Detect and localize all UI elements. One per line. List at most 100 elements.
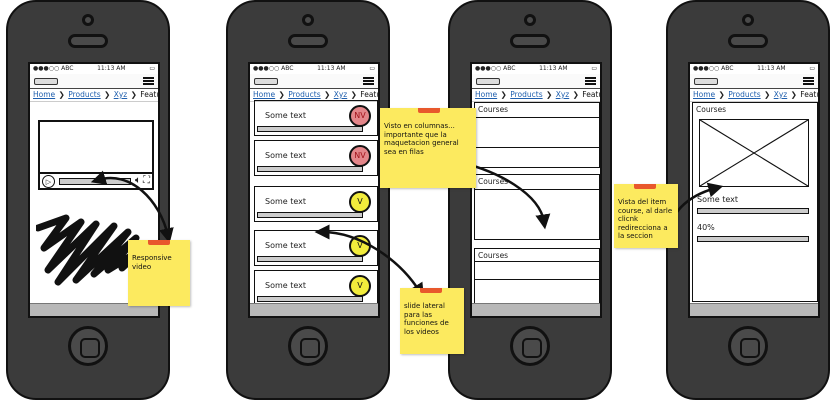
- breadcrumb-xyz-link[interactable]: Xyz: [114, 90, 128, 99]
- list-item[interactable]: Some text V: [254, 230, 378, 266]
- note-text: slide lateral para las funciones de los …: [404, 302, 449, 336]
- phone-screen: ●●●○○ ABC 11:13 AM ▭ Home ❯ Products ❯ X…: [248, 62, 380, 318]
- progress-bar: [257, 296, 363, 302]
- breadcrumb-products-link[interactable]: Products: [68, 90, 100, 99]
- fullscreen-icon[interactable]: ⛶: [143, 175, 150, 187]
- sticky-note-item: Vista del item course, al darle clicnk r…: [614, 184, 678, 248]
- progress-percent: 40%: [697, 223, 715, 232]
- list-item[interactable]: Some text NV: [254, 100, 378, 136]
- list-item[interactable]: Some text V: [254, 270, 378, 306]
- chevron-right-icon: ❯: [764, 90, 771, 99]
- course-card[interactable]: Courses: [474, 248, 600, 304]
- phone-screen: ●●●○○ ABC 11:13 AM ▭ Home ❯ Products ❯ X…: [470, 62, 602, 318]
- title-bar: [690, 74, 818, 89]
- breadcrumb-products-link[interactable]: Products: [728, 90, 760, 99]
- note-text: Vista del item course, al darle clicnk r…: [618, 198, 673, 240]
- status-bar: ●●●○○ ABC 11:13 AM ▭: [472, 64, 600, 74]
- bottom-bar: [472, 303, 600, 316]
- time-label: 11:13 AM: [757, 65, 786, 72]
- course-detail-text: Some text: [697, 195, 739, 204]
- course-card[interactable]: Courses: [474, 174, 600, 240]
- video-player[interactable]: [38, 120, 154, 176]
- camera-icon: [302, 14, 314, 26]
- progress-bar: [697, 208, 809, 214]
- breadcrumb-current: Features: [800, 90, 818, 99]
- progress-bar: [257, 166, 363, 172]
- note-text: Responsive video: [132, 254, 172, 271]
- home-button[interactable]: [288, 326, 328, 366]
- status-badge: NV: [349, 145, 371, 167]
- chevron-right-icon: ❯: [278, 90, 285, 99]
- time-label: 11:13 AM: [317, 65, 346, 72]
- phone-mockup-list: ●●●○○ ABC 11:13 AM ▭ Home ❯ Products ❯ X…: [226, 0, 390, 400]
- breadcrumb-products-link[interactable]: Products: [510, 90, 542, 99]
- course-card-title: Courses: [478, 177, 509, 186]
- phone-mockup-video: ●●●○○ ABC 11:13 AM ▭ Home ❯ Products ❯ X…: [6, 0, 170, 400]
- chevron-right-icon: ❯: [58, 90, 65, 99]
- carrier-label: ●●●○○ ABC: [33, 65, 74, 72]
- list-item-text: Some text: [265, 197, 307, 206]
- progress-bar: [257, 212, 363, 218]
- breadcrumb-home-link[interactable]: Home: [693, 90, 715, 99]
- chevron-right-icon: ❯: [104, 90, 111, 99]
- breadcrumb-xyz-link[interactable]: Xyz: [334, 90, 348, 99]
- progress-bar: [697, 236, 809, 242]
- carrier-label: ●●●○○ ABC: [475, 65, 516, 72]
- breadcrumb-home-link[interactable]: Home: [253, 90, 275, 99]
- camera-icon: [524, 14, 536, 26]
- sticky-note-slide: slide lateral para las funciones de los …: [400, 288, 464, 354]
- camera-icon: [742, 14, 754, 26]
- breadcrumb-home-link[interactable]: Home: [33, 90, 55, 99]
- list-item[interactable]: Some text V: [254, 186, 378, 222]
- progress-bar: [257, 126, 363, 132]
- menu-icon[interactable]: [363, 77, 374, 85]
- course-card-title: Courses: [478, 105, 509, 114]
- progress-bar: [257, 256, 363, 262]
- home-button[interactable]: [510, 326, 550, 366]
- list-item[interactable]: Some text NV: [254, 140, 378, 176]
- breadcrumb: Home ❯ Products ❯ Xyz ❯ Features: [472, 89, 600, 102]
- back-button[interactable]: [694, 77, 718, 85]
- time-label: 11:13 AM: [539, 65, 568, 72]
- video-controls: ▷ 🔈︎ ⛶: [38, 172, 154, 190]
- title-bar: [250, 74, 378, 89]
- video-progress-bar[interactable]: [59, 177, 131, 185]
- speaker-icon: [510, 34, 550, 48]
- carrier-label: ●●●○○ ABC: [693, 65, 734, 72]
- breadcrumb-products-link[interactable]: Products: [288, 90, 320, 99]
- status-bar: ●●●○○ ABC 11:13 AM ▭: [30, 64, 158, 74]
- chevron-right-icon: ❯: [350, 90, 357, 99]
- tape: [634, 184, 656, 189]
- speaker-icon: [288, 34, 328, 48]
- menu-icon[interactable]: [143, 77, 154, 85]
- bottom-bar: [250, 303, 378, 316]
- breadcrumb: Home ❯ Products ❯ Xyz ❯ Features: [690, 89, 818, 102]
- chevron-right-icon: ❯: [500, 90, 507, 99]
- breadcrumb-xyz-link[interactable]: Xyz: [556, 90, 570, 99]
- status-bar: ●●●○○ ABC 11:13 AM ▭: [250, 64, 378, 74]
- battery-icon: ▭: [149, 65, 155, 72]
- play-icon[interactable]: ▷: [42, 174, 55, 188]
- volume-icon[interactable]: 🔈︎: [135, 175, 141, 187]
- back-button[interactable]: [34, 77, 58, 85]
- menu-icon[interactable]: [803, 77, 814, 85]
- breadcrumb: Home ❯ Products ❯ Xyz ❯ Features: [30, 89, 158, 102]
- back-button[interactable]: [254, 77, 278, 85]
- breadcrumb-home-link[interactable]: Home: [475, 90, 497, 99]
- breadcrumb-xyz-link[interactable]: Xyz: [774, 90, 788, 99]
- home-button[interactable]: [68, 326, 108, 366]
- menu-icon[interactable]: [585, 77, 596, 85]
- image-placeholder-icon: [699, 119, 809, 187]
- course-card[interactable]: Courses: [474, 102, 600, 168]
- chevron-right-icon: ❯: [130, 90, 137, 99]
- list-item-text: Some text: [265, 151, 307, 160]
- battery-icon: ▭: [369, 65, 375, 72]
- tape: [148, 240, 170, 245]
- status-badge: NV: [349, 105, 371, 127]
- home-button[interactable]: [728, 326, 768, 366]
- back-button[interactable]: [476, 77, 500, 85]
- speaker-icon: [68, 34, 108, 48]
- breadcrumb-current: Features: [360, 90, 378, 99]
- title-bar: [472, 74, 600, 89]
- camera-icon: [82, 14, 94, 26]
